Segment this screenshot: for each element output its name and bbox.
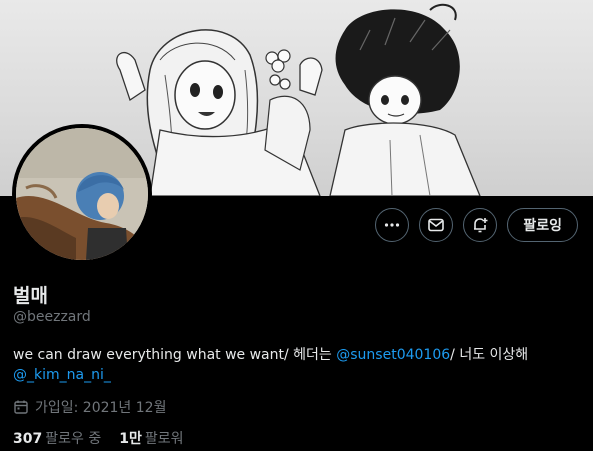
bio-text: we can draw everything what we want/ 헤더는 (13, 347, 337, 363)
profile-actions: 팔로잉 (375, 208, 578, 242)
profile-name: 벌매 (13, 285, 48, 307)
followers-link[interactable]: 1만 팔로워 (119, 428, 183, 448)
avatar[interactable] (12, 124, 152, 264)
calendar-icon (14, 400, 28, 414)
following-label: 팔로우 중 (45, 431, 102, 447)
avatar-image (16, 128, 148, 260)
following-count: 307 (13, 431, 43, 447)
more-button[interactable] (375, 208, 410, 242)
profile-handle: @beezzard (13, 309, 91, 325)
followers-count: 1만 (119, 431, 142, 447)
followers-label: 팔로워 (144, 431, 184, 447)
profile-bio: we can draw everything what we want/ 헤더는… (13, 345, 573, 385)
joined-text: 가입일: 2021년 12월 (35, 400, 167, 416)
bio-mention-link[interactable]: @sunset040106 (336, 347, 450, 363)
message-button[interactable] (419, 208, 454, 242)
joined-date: 가입일: 2021년 12월 (13, 397, 166, 417)
bio-text: / 너도 이상해 (450, 347, 529, 363)
bio-mention-link[interactable]: @_kim_na_ni_ (13, 367, 111, 383)
profile-stats: 307 팔로우 중 1만 팔로워 (13, 428, 183, 448)
following-button[interactable]: 팔로잉 (507, 208, 578, 242)
following-link[interactable]: 307 팔로우 중 (13, 428, 101, 448)
mail-icon (428, 218, 445, 232)
notify-button[interactable] (463, 208, 498, 242)
bell-plus-icon (474, 218, 488, 233)
more-icon (385, 223, 400, 227)
